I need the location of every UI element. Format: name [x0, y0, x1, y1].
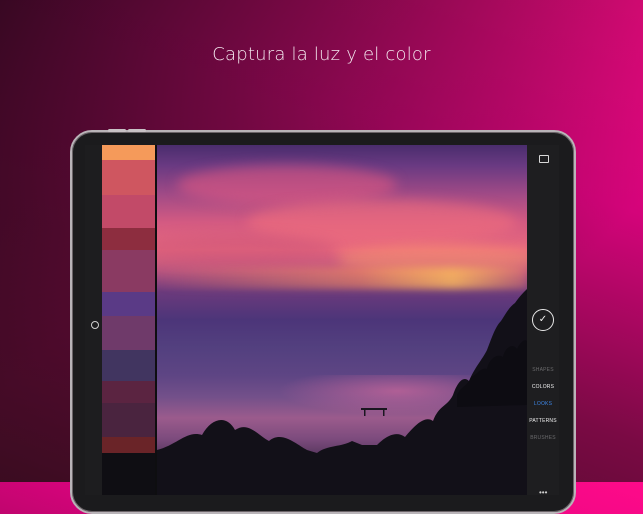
volume-button-2: [128, 129, 146, 132]
color-swatch[interactable]: [102, 145, 155, 160]
page-title: Captura la luz y el color: [212, 44, 431, 65]
tablet-frame: ✓ SHAPES COLORS LOOKS PATTERNS BRUSHES •••: [70, 129, 576, 514]
color-swatch[interactable]: [102, 292, 155, 316]
mode-patterns[interactable]: PATTERNS: [527, 418, 559, 424]
app-screen: ✓ SHAPES COLORS LOOKS PATTERNS BRUSHES •••: [85, 145, 559, 495]
color-swatch[interactable]: [102, 453, 155, 495]
right-toolbar: ✓ SHAPES COLORS LOOKS PATTERNS BRUSHES •••: [527, 145, 559, 495]
color-swatch[interactable]: [102, 350, 155, 381]
color-swatch[interactable]: [102, 195, 155, 228]
camera-preview[interactable]: [157, 145, 527, 495]
color-swatch[interactable]: [102, 381, 155, 403]
tree-silhouette: [157, 289, 527, 495]
image-icon[interactable]: [539, 155, 549, 163]
color-swatch[interactable]: [102, 437, 155, 453]
color-swatch[interactable]: [102, 228, 155, 250]
volume-button: [108, 129, 126, 132]
color-swatch[interactable]: [102, 160, 155, 195]
left-toolbar: [85, 145, 102, 495]
mode-colors[interactable]: COLORS: [527, 384, 559, 390]
color-swatch[interactable]: [102, 403, 155, 437]
color-palette: [102, 145, 155, 495]
mode-shapes[interactable]: SHAPES: [527, 367, 559, 373]
more-icon[interactable]: •••: [539, 489, 547, 496]
mode-brushes[interactable]: BRUSHES: [527, 435, 559, 441]
mode-looks[interactable]: LOOKS: [527, 401, 559, 407]
camera-switch-icon[interactable]: [91, 321, 99, 329]
color-swatch[interactable]: [102, 316, 155, 350]
color-swatch[interactable]: [102, 250, 155, 292]
check-icon[interactable]: ✓: [532, 309, 554, 331]
